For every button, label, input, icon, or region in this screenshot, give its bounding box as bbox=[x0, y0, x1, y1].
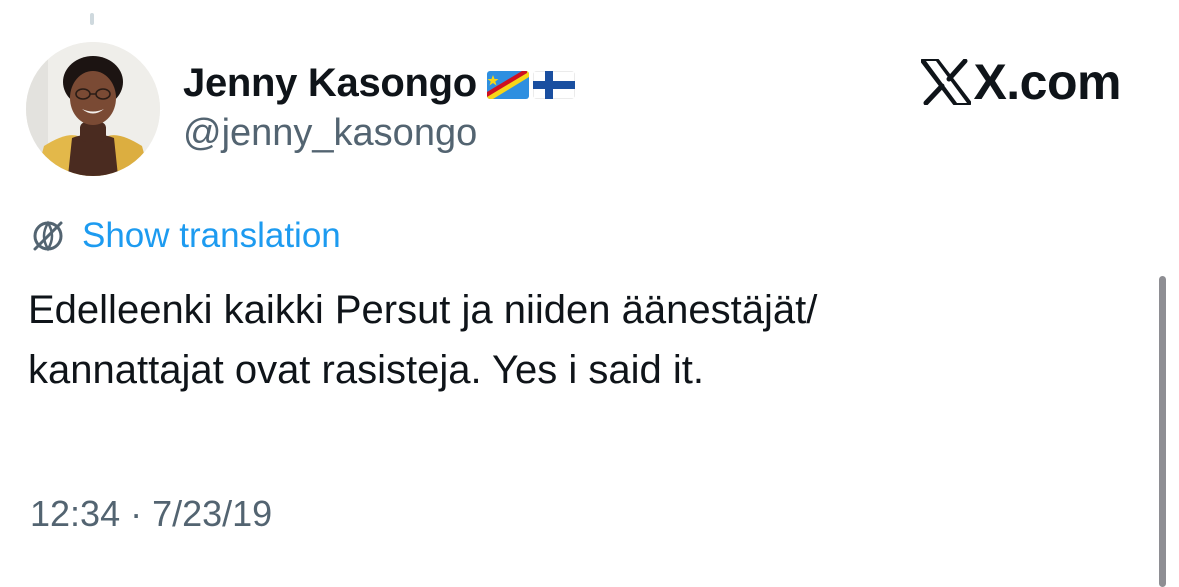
author-name-row: Jenny Kasongo bbox=[183, 58, 575, 108]
show-translation-link[interactable]: Show translation bbox=[28, 213, 341, 259]
show-translation-label[interactable]: Show translation bbox=[82, 216, 341, 256]
timestamp-separator: · bbox=[130, 493, 143, 534]
avatar[interactable] bbox=[26, 42, 160, 176]
globe-icon bbox=[33, 220, 63, 252]
tweet-date: 7/23/19 bbox=[152, 493, 273, 534]
author-flags bbox=[486, 71, 575, 99]
tweet-time: 12:34 bbox=[30, 493, 121, 534]
vertical-scrollbar[interactable] bbox=[1159, 276, 1166, 587]
author-handle[interactable]: @jenny_kasongo bbox=[183, 112, 477, 155]
tweet-line-1: Edelleenki kaikki Persut ja niiden äänes… bbox=[28, 288, 818, 332]
brand-logo: X.com bbox=[921, 52, 1121, 112]
tweet-timestamp[interactable]: 12:34 · 7/23/19 bbox=[30, 493, 272, 535]
avatar-photo bbox=[26, 42, 160, 176]
brand-domain-text: X.com bbox=[973, 54, 1121, 110]
top-drag-indicator bbox=[90, 13, 94, 25]
tweet-line-2: kannattajat ovat rasisteja. Yes i said i… bbox=[28, 348, 704, 392]
drc-flag-icon bbox=[486, 71, 529, 99]
x-logo-icon bbox=[921, 59, 972, 105]
author-display-name[interactable]: Jenny Kasongo bbox=[183, 61, 477, 106]
finland-flag-icon bbox=[532, 71, 575, 99]
tweet-body: Edelleenki kaikki Persut ja niiden äänes… bbox=[28, 280, 1138, 400]
